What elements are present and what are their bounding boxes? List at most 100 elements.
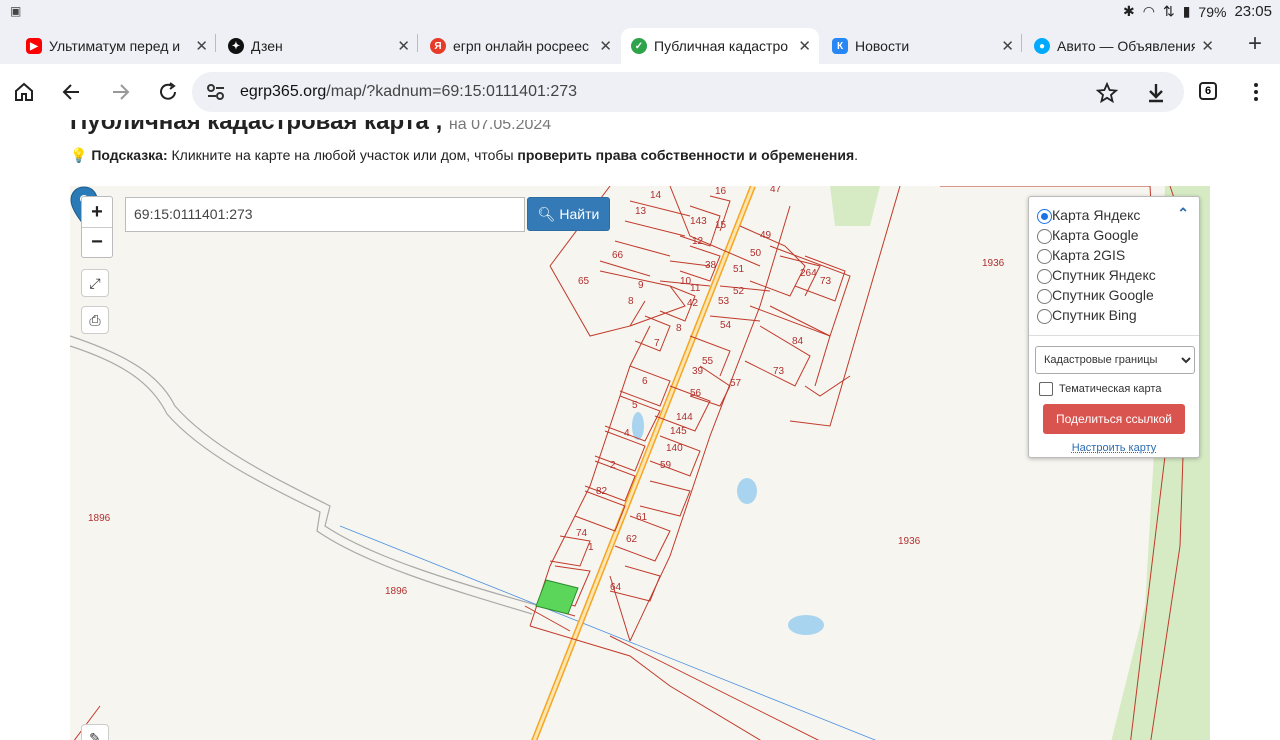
tab-title: Публичная кадастро [654, 38, 789, 54]
parcel-label: 51 [733, 264, 745, 275]
fullscreen-button[interactable]: ⤢ [81, 269, 109, 297]
tab-title: Ультиматум перед и [49, 38, 181, 54]
thematic-map-checkbox[interactable]: Тематическая карта [1039, 382, 1189, 396]
parcel-label: 1 [588, 542, 594, 553]
tab-switcher-button[interactable]: 6 [1199, 82, 1217, 100]
hint-line: 💡 Подсказка: Кликните на карте на любой … [70, 147, 858, 164]
parcel-label: 12 [692, 236, 704, 247]
close-tab-icon[interactable]: ✕ [1201, 37, 1214, 55]
overlay-select[interactable]: Кадастровые границы [1035, 346, 1195, 374]
parcel-label: 140 [666, 443, 683, 454]
configure-map-link[interactable]: Настроить карту [1029, 442, 1199, 454]
tab-vk-news[interactable]: К Новости ✕ [822, 28, 1022, 64]
parcel-label: 2 [610, 460, 616, 471]
new-tab-button[interactable]: + [1248, 30, 1262, 58]
back-button[interactable] [56, 76, 88, 108]
forward-button[interactable] [104, 76, 136, 108]
wifi-icon: ◠ [1142, 3, 1155, 19]
parcel-label: 1936 [982, 258, 1005, 269]
layer-option-bing-satellite[interactable]: Спутник Bing [1037, 305, 1199, 325]
radio-icon [1037, 228, 1052, 244]
bluetooth-icon: ✱ [1123, 3, 1135, 19]
check-icon: ✓ [631, 38, 647, 54]
hint-end: . [854, 147, 859, 163]
url-text[interactable]: egrp365.org/map/?kadnum=69:15:0111401:27… [240, 83, 577, 101]
close-tab-icon[interactable]: ✕ [397, 37, 410, 55]
parcel-label: 82 [596, 486, 608, 497]
parcel-label: 9 [638, 280, 644, 291]
layer-option-label: Карта Google [1052, 227, 1139, 243]
layer-option-label: Спутник Bing [1052, 307, 1137, 323]
radio-icon [1037, 208, 1052, 224]
checkbox-icon [1039, 382, 1053, 396]
menu-button[interactable] [1240, 76, 1272, 108]
close-tab-icon[interactable]: ✕ [798, 37, 811, 55]
radio-icon [1037, 268, 1052, 284]
draw-tool-button[interactable]: ✎ [81, 724, 109, 740]
radio-icon [1037, 248, 1052, 264]
close-tab-icon[interactable]: ✕ [195, 37, 208, 55]
forward-arrow-icon [113, 84, 130, 100]
search-button[interactable]: 🔍︎ Найти [527, 197, 610, 231]
parcel-label: 64 [610, 582, 622, 593]
selected-parcel[interactable] [535, 579, 579, 615]
tab-avito[interactable]: ● Авито — Объявления ✕ [1024, 28, 1222, 64]
parcel-label: 39 [692, 366, 704, 377]
parcel-label: 143 [690, 216, 707, 227]
parcel-label: 47 [770, 186, 782, 195]
layer-option-label: Спутник Яндекс [1052, 267, 1156, 283]
site-settings-icon[interactable] [206, 83, 226, 101]
download-icon[interactable] [1145, 82, 1167, 104]
zoom-out-button[interactable]: − [82, 227, 112, 257]
reload-button[interactable] [152, 76, 184, 108]
tab-dzen[interactable]: ✦ Дзен ✕ [218, 28, 418, 64]
parcel-label: 15 [715, 220, 727, 231]
address-bar[interactable]: egrp365.org/map/?kadnum=69:15:0111401:27… [192, 72, 1184, 112]
close-tab-icon[interactable]: ✕ [1001, 37, 1014, 55]
layer-option-google-map[interactable]: Карта Google [1037, 225, 1199, 245]
layers-panel: ⌃ Карта Яндекс Карта Google Карта 2GIS С… [1028, 196, 1200, 458]
clock: 23:05 [1234, 3, 1272, 20]
print-button[interactable]: ⎙ [81, 306, 109, 334]
layer-option-google-satellite[interactable]: Спутник Google [1037, 285, 1199, 305]
pond [737, 478, 757, 504]
pencil-icon: ✎ [89, 729, 101, 740]
parcel-label: 52 [733, 286, 745, 297]
parcel-label: 50 [750, 248, 762, 259]
tab-strip: ▶ Ультиматум перед и ✕ ✦ Дзен ✕ Я егрп о… [0, 24, 1280, 64]
parcel-label: 144 [676, 412, 693, 423]
cadastral-number-input[interactable]: 69:15:0111401:273 [125, 197, 525, 232]
cadastral-boundaries [73, 186, 1191, 740]
url-domain: egrp365.org [240, 83, 327, 100]
parcel-label: 1896 [88, 513, 111, 524]
parcel-label: 38 [705, 260, 717, 271]
layer-option-yandex-satellite[interactable]: Спутник Яндекс [1037, 265, 1199, 285]
tab-youtube[interactable]: ▶ Ультиматум перед и ✕ [16, 28, 216, 64]
parcel-label: 1936 [898, 536, 921, 547]
vk-icon: К [832, 38, 848, 54]
parcel-label: 73 [820, 276, 832, 287]
close-tab-icon[interactable]: ✕ [599, 37, 612, 55]
search-button-label: Найти [559, 206, 600, 222]
parcel-label: 57 [730, 378, 742, 389]
home-button[interactable] [8, 76, 40, 108]
pond [788, 615, 824, 635]
parcel-label: 13 [635, 206, 647, 217]
zoom-in-button[interactable]: + [82, 197, 112, 227]
share-link-button[interactable]: Поделиться ссылкой [1043, 404, 1185, 434]
pond [632, 412, 644, 440]
collapse-chevron-icon[interactable]: ⌃ [1177, 205, 1189, 222]
cadastral-map[interactable]: 1936 1936 1896 1896 14 16 47 13 143 15 4… [70, 186, 1210, 740]
parcel-label: 145 [670, 426, 687, 437]
tab-yandex[interactable]: Я егрп онлайн росреес ✕ [420, 28, 620, 64]
tab-kadastr-active[interactable]: ✓ Публичная кадастро ✕ [621, 28, 819, 64]
parcel-label: 7 [654, 338, 660, 349]
bookmark-star-icon[interactable] [1096, 82, 1118, 104]
layer-option-2gis-map[interactable]: Карта 2GIS [1037, 245, 1199, 265]
printer-icon: ⎙ [89, 311, 101, 328]
layer-option-yandex-map[interactable]: Карта Яндекс [1037, 205, 1199, 225]
layer-option-label: Спутник Google [1052, 287, 1154, 303]
parcel-label: 8 [628, 296, 634, 307]
battery-percent: 79% [1198, 3, 1227, 20]
parcel-label: 6 [642, 376, 648, 387]
